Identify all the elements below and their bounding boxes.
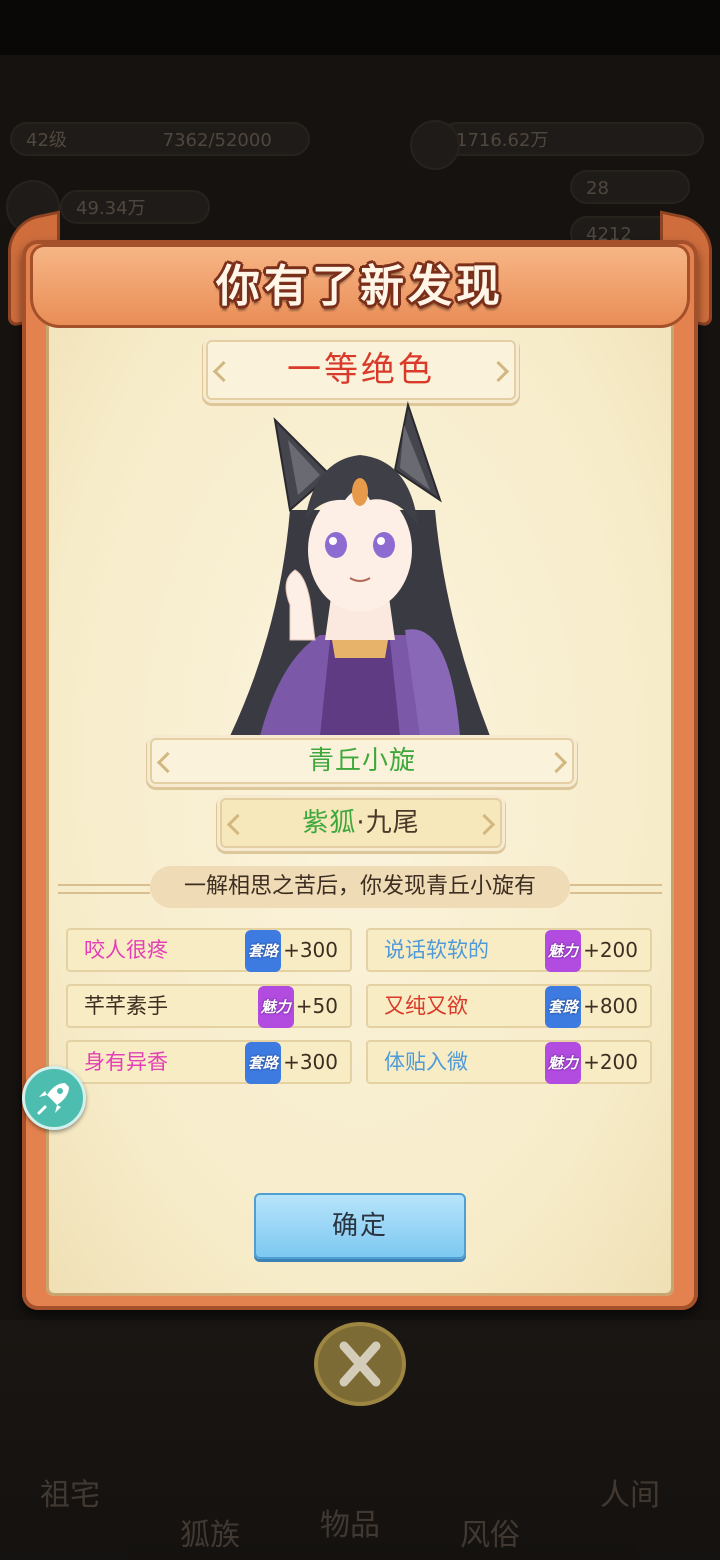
trait-card: 说话软软的 魅力 +200 (366, 928, 652, 972)
divider-ornament-right (570, 884, 662, 894)
stat-tag-icon: 套路 (245, 930, 282, 972)
character-name: 青丘小旋 (307, 746, 416, 776)
stat-right-1: 28 (570, 170, 690, 204)
nav-item-1: 狐族 (180, 1518, 240, 1553)
stat-tag-icon: 魅力 (545, 930, 582, 972)
stat-tag-icon: 魅力 (545, 1042, 582, 1084)
status-bar (0, 0, 720, 55)
trait-stat: 魅力 +200 (545, 930, 638, 972)
trait-name: 体贴入微 (384, 1050, 468, 1074)
trait-card: 身有异香 套路 +300 (66, 1040, 352, 1084)
nav-item-0: 祖宅 (40, 1478, 100, 1513)
species-secondary: ·九尾 (356, 808, 420, 838)
trait-value: +300 (283, 938, 338, 962)
coin-icon (410, 120, 460, 170)
trait-name: 又纯又欲 (384, 994, 468, 1018)
level-exp-bar: 42级 7362/52000 (10, 122, 310, 156)
confirm-button[interactable]: 确定 (254, 1193, 466, 1259)
rocket-icon (37, 1083, 69, 1115)
trait-value: +200 (583, 1050, 638, 1074)
close-button[interactable] (314, 1322, 406, 1406)
close-icon (339, 1341, 381, 1387)
trait-value: +200 (583, 938, 638, 962)
currency-pill: 1716.62万 (440, 122, 704, 156)
trait-value: +50 (295, 994, 338, 1018)
divider-ornament-left (58, 884, 150, 894)
stat-tag-icon: 魅力 (257, 986, 294, 1028)
rank-scroll: 一等绝色 (206, 340, 516, 400)
rocket-float-button[interactable] (22, 1066, 86, 1130)
nav-item-3: 风俗 (460, 1518, 520, 1553)
stat-tag-icon: 套路 (245, 1042, 282, 1084)
modal-title: 你有了新发现 (216, 261, 504, 312)
stat-left: 49.34万 (60, 190, 210, 224)
trait-stat: 魅力 +50 (257, 986, 338, 1028)
level-label: 42级 (26, 130, 67, 151)
trait-stat: 魅力 +200 (545, 1042, 638, 1084)
nav-item-2: 物品 (320, 1508, 380, 1543)
trait-stat: 套路 +800 (545, 986, 638, 1028)
trait-name: 芊芊素手 (84, 994, 168, 1018)
trait-value: +800 (583, 994, 638, 1018)
trait-name: 咬人很疼 (84, 938, 168, 962)
nav-item-4: 人间 (600, 1478, 660, 1513)
description-text: 一解相思之苦后，你发现青丘小旋有 (183, 874, 536, 899)
trait-card: 体贴入微 魅力 +200 (366, 1040, 652, 1084)
trait-stat: 套路 +300 (245, 930, 338, 972)
rank-label: 一等绝色 (287, 350, 435, 390)
exp-label: 7362/52000 (162, 130, 272, 151)
trait-value: +300 (283, 1050, 338, 1074)
trait-card: 芊芊素手 魅力 +50 (66, 984, 352, 1028)
trait-card: 又纯又欲 套路 +800 (366, 984, 652, 1028)
stat-tag-icon: 套路 (545, 986, 582, 1028)
species-primary: 紫狐 (302, 808, 357, 838)
species-scroll: 紫狐·九尾 (220, 798, 502, 848)
character-portrait (230, 401, 490, 736)
trait-card: 咬人很疼 套路 +300 (66, 928, 352, 972)
trait-stat: 套路 +300 (245, 1042, 338, 1084)
trait-name: 说话软软的 (384, 938, 489, 962)
trait-name: 身有异香 (84, 1050, 168, 1074)
name-scroll: 青丘小旋 (150, 738, 574, 784)
